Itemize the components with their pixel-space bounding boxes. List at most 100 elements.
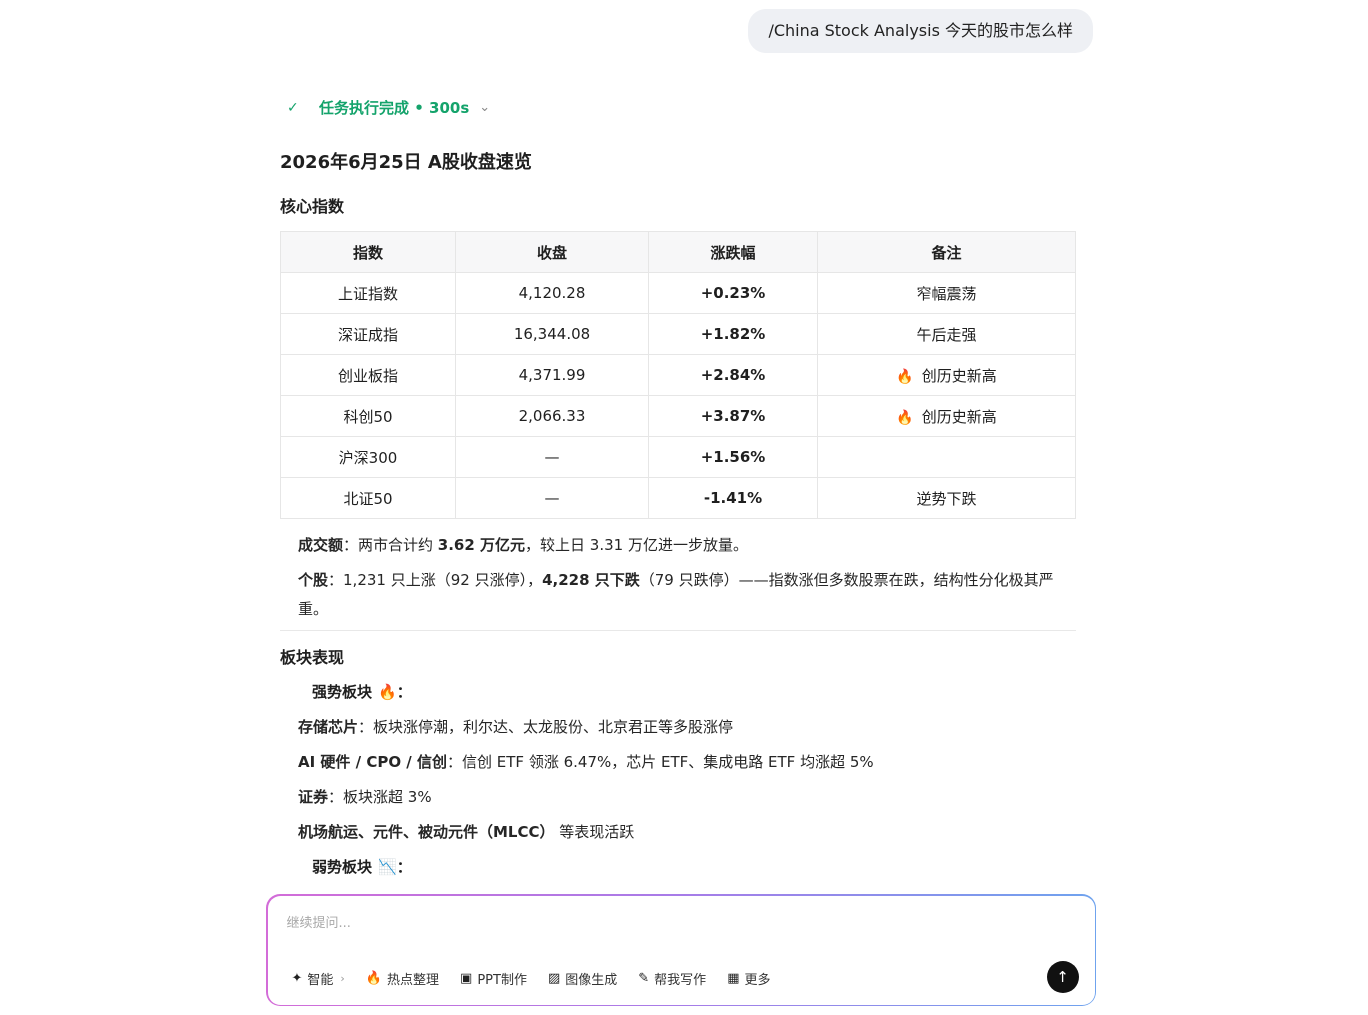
- sector-name: 机场航运、元件、被动元件（MLCC）: [298, 823, 555, 841]
- chat-composer: ✦ 智能 › 🔥 热点整理 ▣ PPT制作 ▨ 图像生成 ✎ 帮我写作 ▦: [266, 894, 1096, 1006]
- table-row: 北证50 — -1.41% 逆势下跌: [280, 477, 1076, 519]
- cell-index-name: 沪深300: [280, 436, 456, 478]
- index-table: 指数 收盘 涨跌幅 备注 上证指数 4,120.28 +0.23% 窄幅震荡 深…: [280, 231, 1076, 519]
- chevron-right-icon: ›: [340, 971, 345, 985]
- cell-note: 午后走强: [817, 313, 1076, 355]
- tool-label: 更多: [744, 972, 771, 988]
- list-item: 存储芯片：板块涨停潮，利尔达、太龙股份、北京君正等多股涨停: [280, 713, 1076, 742]
- image-icon: ▨: [547, 970, 561, 986]
- cell-change: +2.84%: [648, 354, 818, 396]
- col-header-index: 指数: [280, 231, 456, 273]
- tool-label: 图像生成: [565, 972, 618, 988]
- tool-label: PPT制作: [477, 972, 527, 988]
- table-header-row: 指数 收盘 涨跌幅 备注: [280, 231, 1076, 273]
- arrow-up-icon: ↑: [1056, 967, 1069, 986]
- core-index-heading: 核心指数: [280, 197, 345, 216]
- sector-name: 存储芯片: [298, 718, 359, 736]
- list-item: 机场航运、元件、被动元件（MLCC） 等表现活跃: [280, 818, 1076, 847]
- tool-label: 智能: [307, 972, 334, 988]
- tool-more-button[interactable]: ▦ 更多: [727, 969, 770, 988]
- cell-close: —: [455, 477, 649, 519]
- cell-index-name: 科创50: [280, 395, 456, 437]
- sector-desc: ：板块涨超 3%: [328, 788, 432, 806]
- tool-smart-button[interactable]: ✦ 智能 ›: [292, 969, 345, 988]
- strong-sector-label: 强势板块: [312, 683, 373, 701]
- task-status-label: 任务执行完成 • 300s: [319, 99, 470, 117]
- stocks-pre: ：1,231 只上涨（92 只涨停），: [328, 571, 543, 589]
- note-text: 创历史新高: [921, 366, 997, 385]
- chevron-down-icon[interactable]: ⌄: [479, 100, 490, 115]
- cell-close: 4,120.28: [455, 272, 649, 314]
- turnover-post: ，较上日 3.31 万亿进一步放量。: [525, 536, 748, 554]
- strong-suffix: ：: [396, 683, 412, 701]
- list-item: AI 硬件 / CPO / 信创：信创 ETF 领涨 6.47%，芯片 ETF、…: [280, 748, 1076, 777]
- cell-change: +1.82%: [648, 313, 818, 355]
- note-text: 创历史新高: [921, 407, 997, 426]
- cell-change: +1.56%: [648, 436, 818, 478]
- tool-ppt-button[interactable]: ▣ PPT制作: [460, 969, 527, 988]
- cell-close: 4,371.99: [455, 354, 649, 396]
- col-header-close: 收盘: [455, 231, 649, 273]
- cell-close: 2,066.33: [455, 395, 649, 437]
- strong-sector-heading: 强势板块 🔥：: [280, 678, 1076, 706]
- tool-hot-topics-button[interactable]: 🔥 热点整理: [366, 969, 439, 988]
- pen-icon: ✎: [638, 970, 650, 986]
- sector-desc: 等表现活跃: [554, 823, 635, 841]
- composer-toolbar: ✦ 智能 › 🔥 热点整理 ▣ PPT制作 ▨ 图像生成 ✎ 帮我写作 ▦ 更多: [292, 969, 771, 988]
- check-icon: ✓: [287, 99, 299, 116]
- table-row: 科创50 2,066.33 +3.87% 🔥 创历史新高: [280, 395, 1076, 437]
- cell-change: +3.87%: [648, 395, 818, 437]
- sparkle-icon: ✦: [291, 970, 303, 986]
- cell-change: -1.41%: [648, 477, 818, 519]
- cell-note: 🔥 创历史新高: [817, 354, 1076, 396]
- weak-sector-heading: 弱势板块 📉：: [280, 853, 1076, 881]
- flame-icon: 🔥: [365, 970, 383, 986]
- table-row: 上证指数 4,120.28 +0.23% 窄幅震荡: [280, 272, 1076, 314]
- grid-icon: ▦: [727, 970, 740, 986]
- turnover-pre: ：两市合计约: [343, 536, 438, 554]
- note-text: 逆势下跌: [916, 489, 977, 508]
- table-row: 创业板指 4,371.99 +2.84% 🔥 创历史新高: [280, 354, 1076, 396]
- cell-note: 窄幅震荡: [817, 272, 1076, 314]
- response-title: 2026年6月25日 A股收盘速览: [280, 152, 532, 173]
- cell-note: 逆势下跌: [817, 477, 1076, 519]
- message-input[interactable]: [286, 911, 1047, 936]
- chart-down-icon: 📉: [378, 858, 397, 876]
- cell-index-name: 上证指数: [280, 272, 456, 314]
- fire-icon: 🔥: [378, 683, 397, 701]
- divider: [280, 630, 1076, 631]
- send-button[interactable]: ↑: [1046, 960, 1079, 993]
- col-header-change: 涨跌幅: [648, 231, 818, 273]
- weak-sector-label: 弱势板块: [312, 858, 373, 876]
- sector-desc: ：板块涨停潮，利尔达、太龙股份、北京君正等多股涨停: [358, 718, 734, 736]
- note-text: 窄幅震荡: [916, 284, 977, 303]
- ppt-icon: ▣: [460, 970, 473, 986]
- cell-index-name: 深证成指: [280, 313, 456, 355]
- tool-writing-button[interactable]: ✎ 帮我写作: [638, 969, 706, 988]
- table-row: 沪深300 — +1.56%: [280, 436, 1076, 478]
- turnover-paragraph: 成交额：两市合计约 3.62 万亿元，较上日 3.31 万亿进一步放量。: [280, 531, 1076, 560]
- note-text: 午后走强: [916, 325, 977, 344]
- table-row: 深证成指 16,344.08 +1.82% 午后走强: [280, 313, 1076, 355]
- cell-close: —: [455, 436, 649, 478]
- stocks-paragraph: 个股：1,231 只上涨（92 只涨停），4,228 只下跌（79 只跌停）——…: [280, 566, 1076, 624]
- stocks-down: 4,228 只下跌: [542, 571, 640, 589]
- task-status[interactable]: ✓ 任务执行完成 • 300s ⌄: [287, 97, 490, 118]
- cell-index-name: 北证50: [280, 477, 456, 519]
- assistant-response: 2026年6月25日 A股收盘速览 核心指数 指数 收盘 涨跌幅 备注 上证指数…: [280, 150, 1076, 888]
- sector-desc: ：信创 ETF 领涨 6.47%，芯片 ETF、集成电路 ETF 均涨超 5%: [447, 753, 874, 771]
- fire-icon: 🔥: [896, 368, 914, 385]
- tool-label: 帮我写作: [654, 972, 707, 988]
- sector-heading: 板块表现: [280, 648, 345, 667]
- turnover-label: 成交额: [298, 536, 344, 554]
- composer-inner: ✦ 智能 › 🔥 热点整理 ▣ PPT制作 ▨ 图像生成 ✎ 帮我写作 ▦: [267, 895, 1095, 1005]
- cell-index-name: 创业板指: [280, 354, 456, 396]
- sector-name: AI 硬件 / CPO / 信创: [298, 753, 448, 771]
- tool-label: 热点整理: [387, 972, 440, 988]
- tool-image-button[interactable]: ▨ 图像生成: [548, 969, 617, 988]
- col-header-note: 备注: [817, 231, 1076, 273]
- turnover-value: 3.62 万亿元: [437, 536, 526, 554]
- cell-change: +0.23%: [648, 272, 818, 314]
- fire-icon: 🔥: [896, 409, 914, 426]
- stocks-label: 个股: [298, 571, 329, 589]
